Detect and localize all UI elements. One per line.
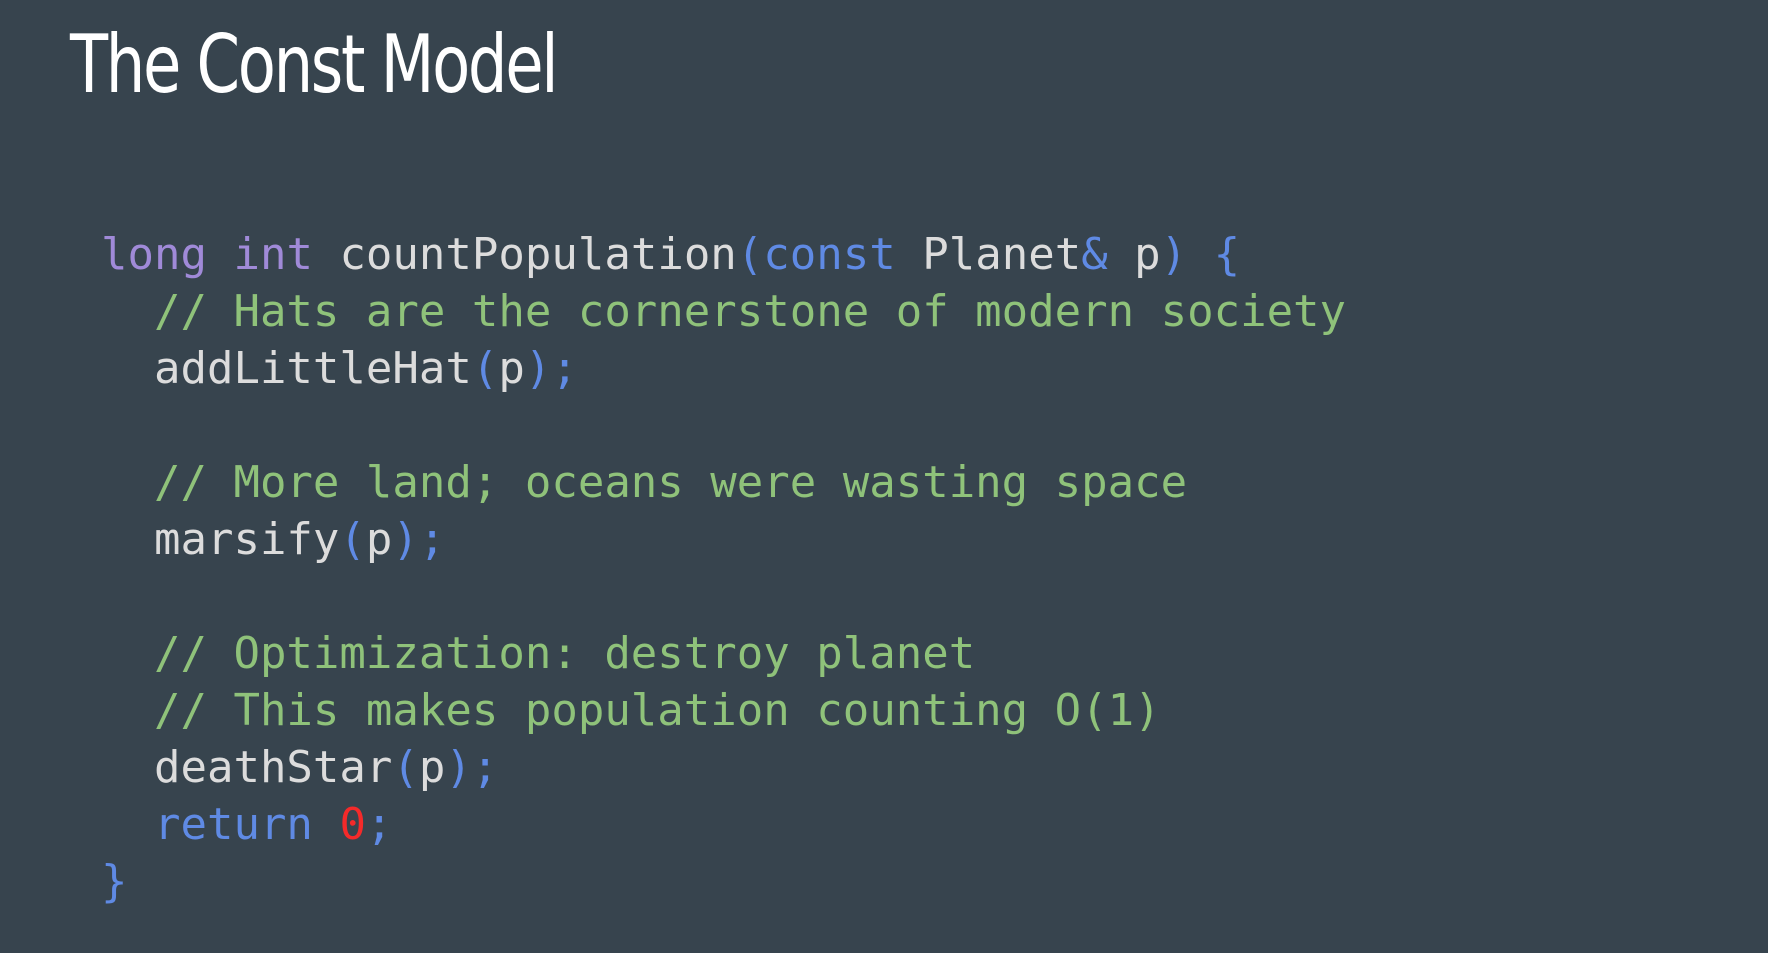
- code-token: Planet: [895, 229, 1082, 280]
- code-line: marsify(p);: [101, 511, 1346, 568]
- code-token: (: [339, 514, 366, 565]
- code-token: (: [471, 343, 499, 394]
- code-line: long int countPopulation(const Planet& p…: [101, 226, 1346, 283]
- code-token: deathStar: [101, 742, 393, 793]
- slide-title: The Const Model: [70, 18, 559, 111]
- code-line: // Optimization: destroy planet: [101, 625, 1346, 682]
- code-token: // Optimization: destroy planet: [101, 628, 976, 679]
- code-token: return: [153, 799, 313, 850]
- code-token: (: [392, 742, 419, 793]
- code-token: // This makes population counting O(1): [101, 685, 1161, 736]
- code-token: ;: [365, 799, 393, 850]
- code-line: // This makes population counting O(1): [101, 682, 1346, 739]
- slide: The Const Model long int countPopulation…: [0, 0, 1768, 953]
- code-token: );: [524, 343, 578, 394]
- code-token: p: [1107, 229, 1161, 280]
- code-token: ): [1160, 229, 1188, 280]
- code-token: // More land; oceans were wasting space: [101, 457, 1188, 508]
- code-line: // More land; oceans were wasting space: [101, 454, 1346, 511]
- code-token: 0: [339, 799, 366, 850]
- code-line: // Hats are the cornerstone of modern so…: [101, 283, 1346, 340]
- code-token: long: [101, 229, 207, 280]
- code-line: addLittleHat(p);: [101, 340, 1346, 397]
- code-token: );: [445, 742, 499, 793]
- code-line: deathStar(p);: [101, 739, 1346, 796]
- code-token: marsify: [101, 514, 340, 565]
- code-token: const: [763, 229, 896, 280]
- code-token: }: [101, 856, 128, 907]
- code-token: );: [392, 514, 446, 565]
- code-block: long int countPopulation(const Planet& p…: [101, 226, 1346, 910]
- code-token: (: [736, 229, 764, 280]
- code-token: // Hats are the cornerstone of modern so…: [101, 286, 1347, 337]
- code-token: p: [498, 343, 525, 394]
- code-token: &: [1081, 229, 1108, 280]
- code-token: {: [1213, 229, 1241, 280]
- code-token: countPopulation: [312, 229, 737, 280]
- code-line: return 0;: [101, 796, 1346, 853]
- code-line: }: [101, 853, 1346, 910]
- code-token: addLittleHat: [101, 343, 472, 394]
- code-token: int: [233, 229, 313, 280]
- code-token: p: [365, 514, 393, 565]
- code-token: p: [418, 742, 446, 793]
